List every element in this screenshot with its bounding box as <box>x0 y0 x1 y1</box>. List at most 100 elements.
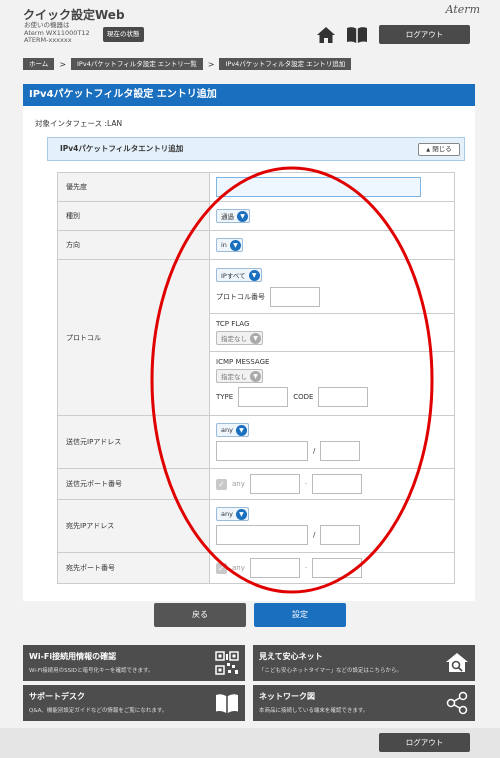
breadcrumb-entry-list[interactable]: IPv4パケットフィルタ設定 エントリ一覧 <box>71 58 203 70</box>
home-icon[interactable] <box>316 26 336 44</box>
dst-port-to-input[interactable] <box>312 558 363 578</box>
priority-input[interactable] <box>216 177 421 197</box>
row-src-port: 送信元ポート番号 ✓ any - <box>57 468 455 500</box>
priority-label: 優先度 <box>57 172 210 202</box>
tile-title: 見えて安心ネット <box>259 652 323 661</box>
tile-title: サポートデスク <box>29 692 85 701</box>
protocol-main: IPすべて ▼ プロトコル番号 <box>210 262 454 314</box>
book-icon <box>216 694 238 713</box>
priority-cell <box>209 172 455 202</box>
src-port-from-input[interactable] <box>249 474 300 494</box>
icmp-type-input[interactable] <box>238 387 289 407</box>
tile-desc: Wi-Fi接続用のSSIDと暗号化キーを確認できます。 <box>29 668 154 674</box>
protocol-label: プロトコル <box>57 259 210 416</box>
chevron-down-icon: ▼ <box>250 332 261 344</box>
icmp-group: ICMP MESSAGE 指定なし ▼ TYPE CODE <box>210 352 454 413</box>
row-src-ip: 送信元IPアドレス any ▼ / <box>57 415 455 469</box>
src-ip-address-input[interactable] <box>216 441 308 461</box>
type-select[interactable]: 通過 ▼ <box>216 209 250 223</box>
current-status-button[interactable]: 現在の状態 <box>103 27 144 42</box>
home-search-icon <box>446 653 468 672</box>
header: クイック設定Web お使いの機器は Aterm WX11000T12 ATERM… <box>0 0 500 52</box>
device-id: ATERM-xxxxxx <box>24 36 72 44</box>
tile-title: Wi-Fi接続用情報の確認 <box>29 652 117 661</box>
src-ip-label: 送信元IPアドレス <box>57 415 210 469</box>
chevron-down-icon: ▼ <box>250 370 261 382</box>
dst-ip-value: any <box>221 510 233 518</box>
protocol-cell: IPすべて ▼ プロトコル番号 TCP FLAG 指定なし ▼ ICMP MES… <box>209 259 455 416</box>
close-section-button[interactable]: ▲ 閉じる <box>418 143 460 156</box>
dst-ip-label: 宛先IPアドレス <box>57 499 210 553</box>
breadcrumb-separator: > <box>59 59 67 69</box>
dst-ip-select[interactable]: any ▼ <box>216 507 249 521</box>
chevron-down-icon: ▼ <box>229 239 241 251</box>
src-ip-select[interactable]: any ▼ <box>216 423 249 437</box>
chevron-down-icon: ▼ <box>235 508 247 520</box>
protocol-number-input[interactable] <box>270 287 320 307</box>
row-protocol: プロトコル IPすべて ▼ プロトコル番号 TCP FLAG 指定なし ▼ IC… <box>57 259 455 416</box>
interface-label: 対象インタフェース :LAN <box>35 119 123 128</box>
dst-port-from-input[interactable] <box>249 558 300 578</box>
breadcrumb-home[interactable]: ホーム <box>23 58 55 70</box>
src-ip-cell: any ▼ / <box>209 415 455 469</box>
protocol-select[interactable]: IPすべて ▼ <box>216 268 262 282</box>
dst-ip-inputs: / <box>216 525 454 545</box>
tile-title: ネットワーク図 <box>259 692 315 701</box>
type-value: 通過 <box>221 213 234 221</box>
logout-button-bottom[interactable]: ログアウト <box>379 733 470 752</box>
direction-value: in <box>221 241 227 249</box>
protocol-number-label: プロトコル番号 <box>216 293 265 301</box>
chevron-down-icon: ▼ <box>248 269 260 281</box>
tile-support-desk[interactable]: サポートデスク Q&A、機能別設定ガイドなどの情報をご覧になれます。 <box>23 685 245 721</box>
icmp-code-label: CODE <box>293 393 314 401</box>
dst-port-dash: - <box>304 564 308 572</box>
dst-ip-cell: any ▼ / <box>209 499 455 553</box>
tcp-flag-select[interactable]: 指定なし ▼ <box>216 331 263 345</box>
protocol-number-group: プロトコル番号 <box>216 287 454 307</box>
section-title: IPv4パケットフィルタエントリ追加 <box>60 144 184 153</box>
type-cell: 通過 ▼ <box>209 201 455 231</box>
src-port-any-label: any <box>232 480 245 488</box>
icmp-code-input[interactable] <box>318 387 369 407</box>
set-button[interactable]: 設定 <box>254 603 346 627</box>
tile-wifi-info[interactable]: Wi-Fi接続用情報の確認 Wi-Fi接続用のSSIDと暗号化キーを確認できます… <box>23 645 245 681</box>
dst-port-cell: ✓ any - <box>209 552 455 584</box>
src-port-to-input[interactable] <box>312 474 363 494</box>
icmp-select[interactable]: 指定なし ▼ <box>216 369 263 383</box>
src-port-label: 送信元ポート番号 <box>57 468 210 500</box>
tcp-flag-label: TCP FLAG <box>216 320 250 328</box>
direction-select[interactable]: in ▼ <box>216 238 243 252</box>
section-header: IPv4パケットフィルタエントリ追加 ▲ 閉じる <box>47 137 465 161</box>
qr-code-icon <box>215 651 239 675</box>
tcp-flag-group: TCP FLAG 指定なし ▼ <box>210 314 454 352</box>
chevron-up-icon: ▲ <box>426 147 431 153</box>
back-button[interactable]: 戻る <box>154 603 246 627</box>
book-icon[interactable] <box>345 26 369 44</box>
chevron-down-icon: ▼ <box>237 210 248 222</box>
row-dst-port: 宛先ポート番号 ✓ any - <box>57 552 455 584</box>
dst-ip-mask-input[interactable] <box>320 525 361 545</box>
dst-port-any-checkbox[interactable]: ✓ <box>216 562 227 574</box>
dst-port-group: ✓ any - <box>216 558 454 578</box>
filter-entry-form: 優先度 種別 通過 ▼ 方向 in ▼ プロトコル IPすべて ▼ プロトコル番… <box>57 172 455 584</box>
device-info: お使いの機器は Aterm WX11000T12 ATERM-xxxxxx <box>24 21 90 45</box>
dst-ip-slash: / <box>313 531 316 539</box>
icmp-value: 指定なし <box>221 373 247 381</box>
src-ip-slash: / <box>313 447 316 455</box>
src-port-any-checkbox[interactable]: ✓ <box>216 478 227 490</box>
src-ip-inputs: / <box>216 441 454 461</box>
icmp-type-code-group: TYPE CODE <box>216 387 454 407</box>
type-label: 種別 <box>57 201 210 231</box>
tile-desc: Q&A、機能別設定ガイドなどの情報をご覧になれます。 <box>29 708 168 714</box>
chevron-down-icon: ▼ <box>235 424 247 436</box>
dst-ip-address-input[interactable] <box>216 525 308 545</box>
dst-port-label: 宛先ポート番号 <box>57 552 210 584</box>
tile-network-map[interactable]: ネットワーク図 本商品に接続している端末を確認できます。 <box>253 685 475 721</box>
src-ip-mask-input[interactable] <box>320 441 361 461</box>
logout-button[interactable]: ログアウト <box>379 25 470 44</box>
brand-logo: Aterm <box>445 3 480 16</box>
breadcrumb: ホーム > IPv4パケットフィルタ設定 エントリ一覧 > IPv4パケットフィ… <box>23 58 352 70</box>
icmp-type-label: TYPE <box>216 393 234 401</box>
tile-mieteanshin[interactable]: 見えて安心ネット 「こども安心ネットタイマー」などの設定はこちらから。 <box>253 645 475 681</box>
icmp-label: ICMP MESSAGE <box>216 358 270 366</box>
